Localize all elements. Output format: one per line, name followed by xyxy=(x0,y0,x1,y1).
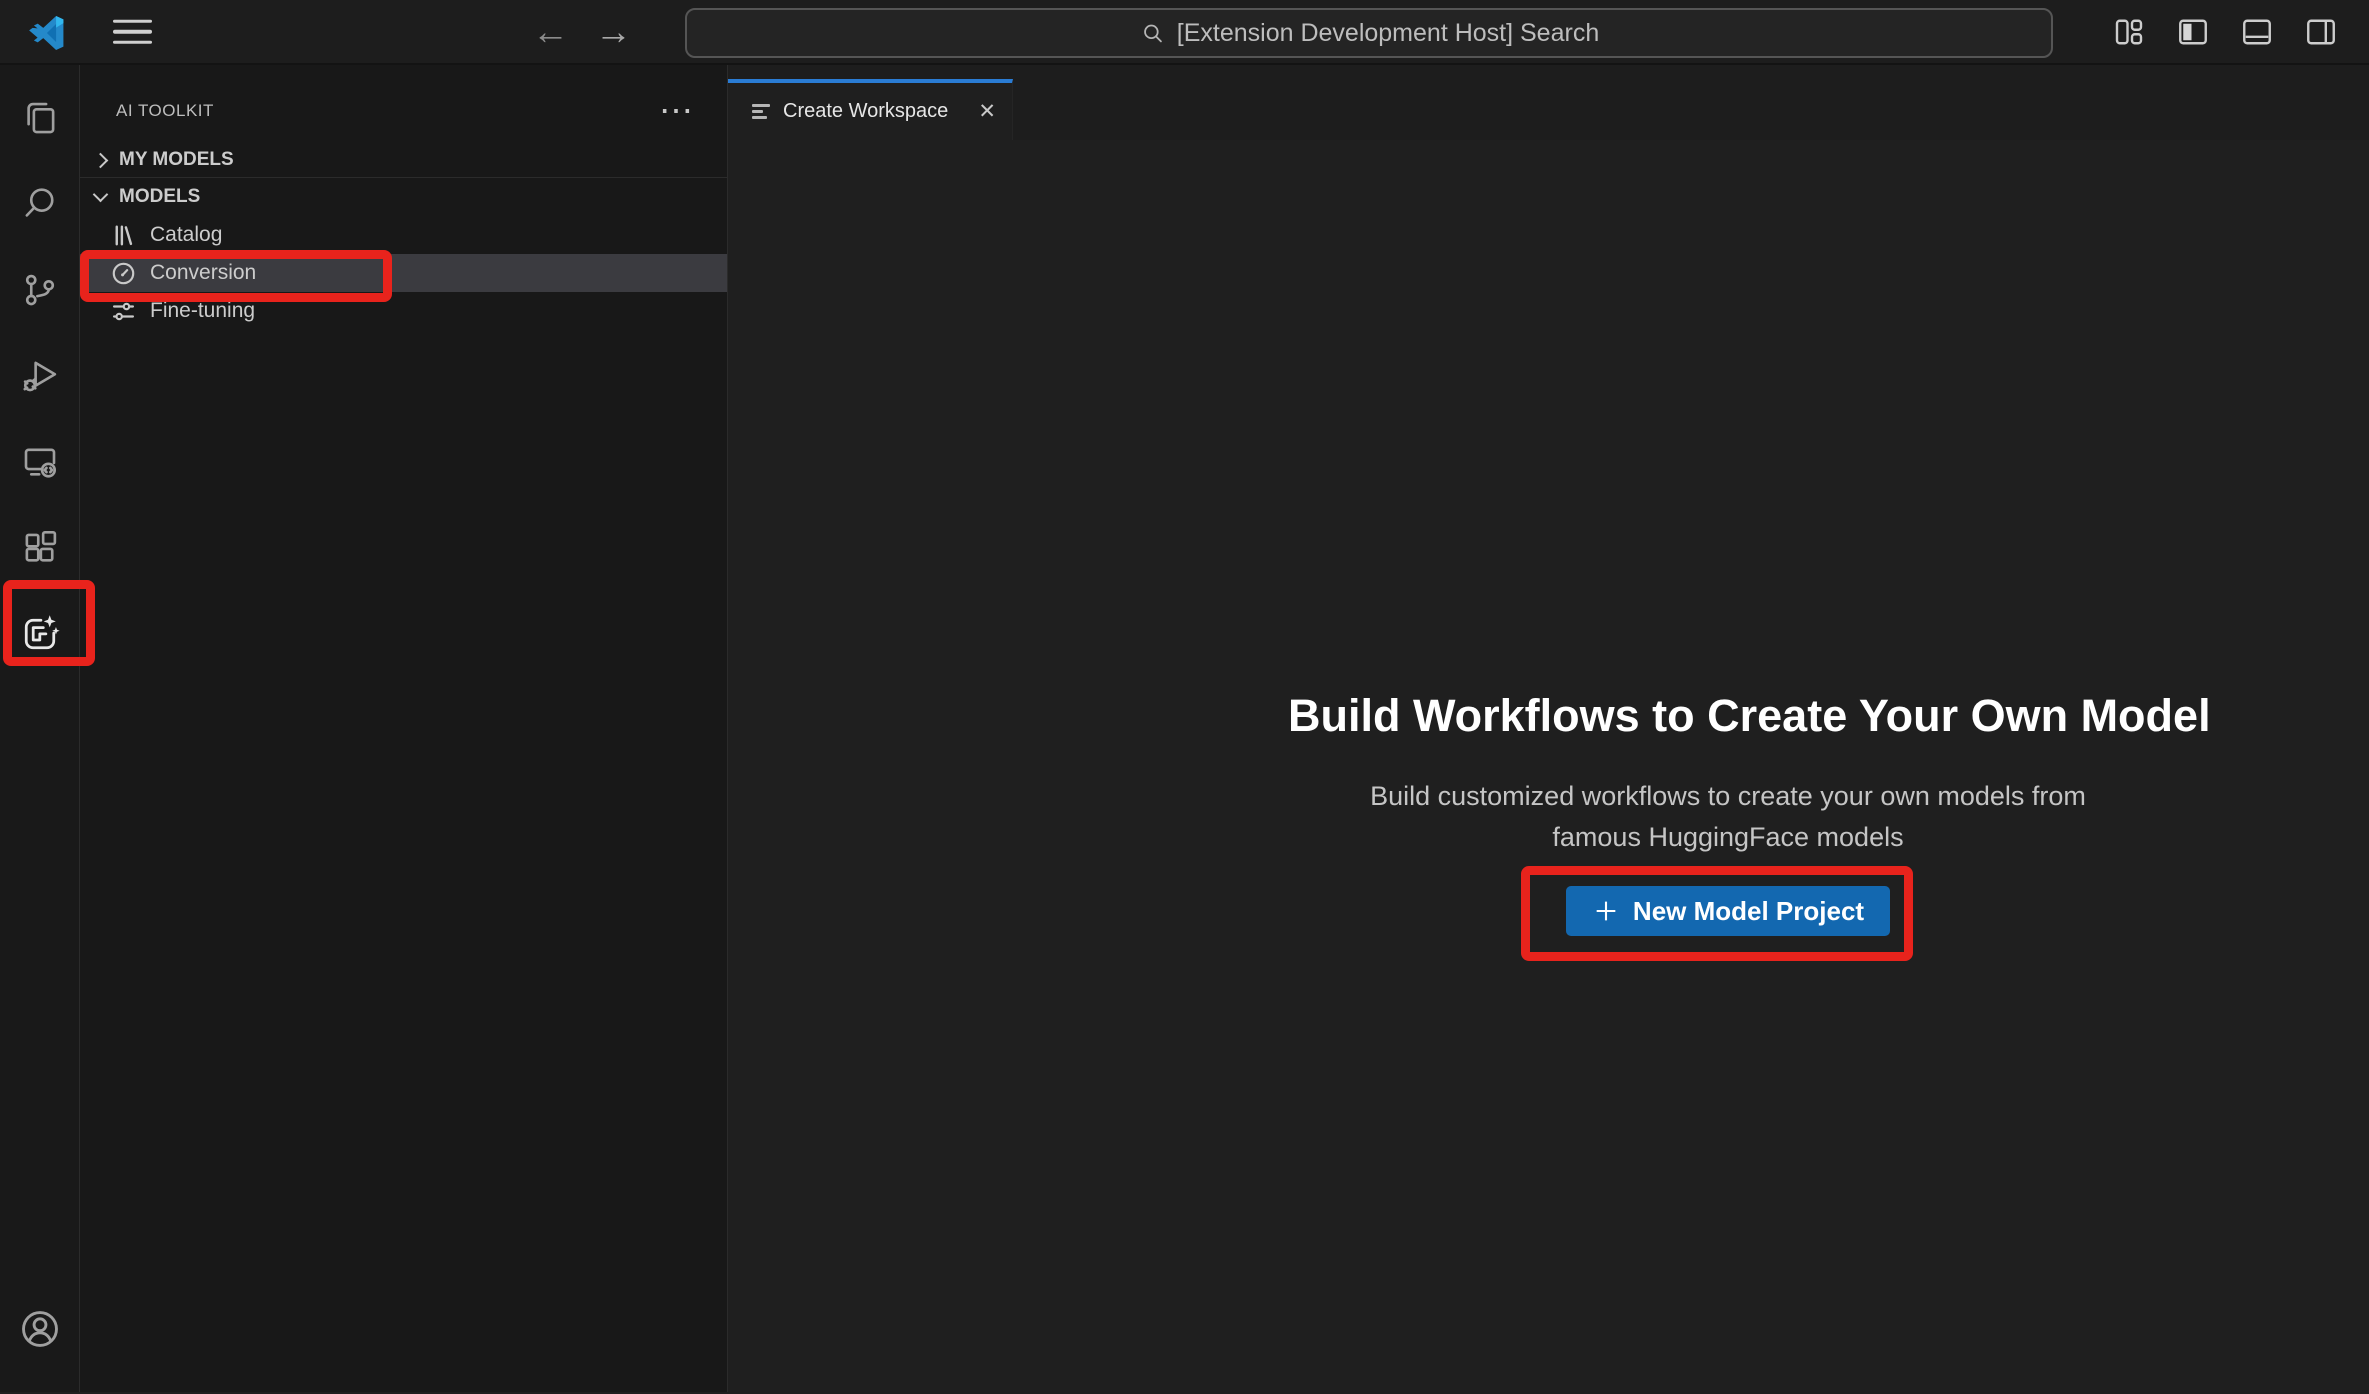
forward-arrow-icon[interactable]: → xyxy=(595,13,632,50)
plus-icon xyxy=(1592,897,1620,925)
command-center-search[interactable]: [Extension Development Host] Search xyxy=(685,8,2053,58)
toggle-secondary-sidebar-icon[interactable] xyxy=(2303,14,2339,50)
tab-strip: Create Workspace ✕ xyxy=(728,65,2369,140)
webview-content: Build Workflows to Create Your Own Model… xyxy=(728,140,2369,1392)
gauge-icon xyxy=(110,260,137,287)
chevron-right-icon xyxy=(93,152,109,168)
activity-bar xyxy=(0,65,80,1392)
vscode-logo-icon xyxy=(24,10,68,56)
sidebar-item-conversion[interactable]: Conversion xyxy=(80,254,727,292)
sidebar-header: AI TOOLKIT ⋯ xyxy=(80,65,727,143)
page-title: Build Workflows to Create Your Own Model xyxy=(1288,690,2168,742)
remote-explorer-icon[interactable] xyxy=(0,419,80,505)
sidebar-title: AI TOOLKIT xyxy=(116,101,214,121)
ai-toolkit-icon[interactable] xyxy=(0,591,80,677)
section-my-models[interactable]: MY MODELS xyxy=(80,143,727,177)
sidebar-item-fine-tuning[interactable]: Fine-tuning xyxy=(80,292,727,330)
toggle-panel-icon[interactable] xyxy=(2239,14,2275,50)
sidebar-item-label: Fine-tuning xyxy=(150,299,255,323)
sidebar-ai-toolkit: AI TOOLKIT ⋯ MY MODELS MODELS Catalog Co… xyxy=(80,65,728,1392)
menu-icon[interactable] xyxy=(113,12,152,51)
close-tab-icon[interactable]: ✕ xyxy=(978,99,996,124)
chevron-down-icon xyxy=(93,187,109,203)
section-label: MODELS xyxy=(119,186,200,208)
tab-create-workspace[interactable]: Create Workspace ✕ xyxy=(728,79,1013,140)
source-control-icon[interactable] xyxy=(0,247,80,333)
run-and-debug-icon[interactable] xyxy=(0,333,80,419)
search-icon xyxy=(1139,20,1166,47)
customize-layout-icon[interactable] xyxy=(2111,14,2147,50)
titlebar: ← → [Extension Development Host] Search xyxy=(0,0,2369,65)
extensions-icon[interactable] xyxy=(0,505,80,591)
back-arrow-icon[interactable]: ← xyxy=(532,13,569,50)
toggle-primary-sidebar-icon[interactable] xyxy=(2175,14,2211,50)
editor-area: Create Workspace ✕ Build Workflows to Cr… xyxy=(728,65,2369,1392)
library-icon xyxy=(110,222,137,249)
explorer-icon[interactable] xyxy=(0,75,80,161)
search-view-icon[interactable] xyxy=(0,161,80,247)
sidebar-item-catalog[interactable]: Catalog xyxy=(80,216,727,254)
page-subtitle: Build customized workflows to create you… xyxy=(1288,776,2168,858)
sidebar-item-label: Conversion xyxy=(150,261,256,285)
sidebar-item-label: Catalog xyxy=(150,223,222,247)
account-icon[interactable] xyxy=(0,1286,80,1372)
section-models[interactable]: MODELS xyxy=(80,178,727,216)
search-placeholder: [Extension Development Host] Search xyxy=(1177,19,1599,48)
tab-label: Create Workspace xyxy=(783,100,948,123)
more-actions-icon[interactable]: ⋯ xyxy=(659,103,693,120)
section-label: MY MODELS xyxy=(119,149,234,171)
sliders-icon xyxy=(110,298,137,325)
new-model-project-button[interactable]: New Model Project xyxy=(1566,886,1890,936)
webview-tab-icon xyxy=(752,101,770,122)
